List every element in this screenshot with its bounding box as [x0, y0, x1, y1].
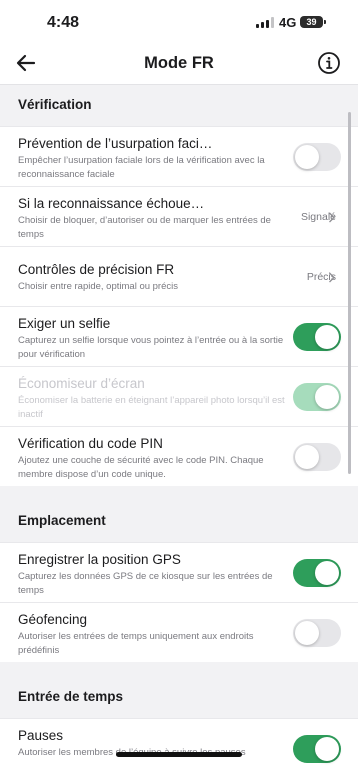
toggle-knob: [295, 621, 319, 645]
setting-description: Capturez un selfie lorsque vous pointez …: [18, 335, 284, 360]
toggle-knob: [315, 561, 339, 585]
breaks-toggle[interactable]: [293, 735, 341, 763]
settings-list: Vérification Prévention de l’usurpation …: [0, 85, 358, 768]
require-selfie-toggle[interactable]: [293, 323, 341, 351]
setting-row-anti-spoofing[interactable]: Prévention de l’usurpation faci… Empêche…: [0, 126, 358, 186]
gps-toggle[interactable]: [293, 559, 341, 587]
toggle-knob: [315, 385, 339, 409]
setting-title: Contrôles de précision FR: [18, 262, 175, 277]
signal-icon: [256, 17, 274, 28]
status-time: 4:48: [47, 14, 80, 31]
setting-row-breaks[interactable]: Pauses Autoriser les membres de l’équipe…: [0, 718, 358, 768]
setting-title: Enregistrer la position GPS: [18, 552, 181, 567]
setting-row-gps[interactable]: Enregistrer la position GPS Capturez les…: [0, 542, 358, 602]
setting-description: Capturez les données GPS de ce kiosque s…: [18, 571, 273, 596]
toggle-knob: [315, 737, 339, 761]
setting-title: Prévention de l’usurpation faci…: [18, 136, 213, 151]
setting-row-require-selfie[interactable]: Exiger un selfie Capturez un selfie lors…: [0, 306, 358, 366]
screen-saver-toggle: [293, 383, 341, 411]
toggle-knob: [315, 325, 339, 349]
status-bar: 4:48 4G 39: [0, 0, 358, 44]
setting-row-pin-verification[interactable]: Vérification du code PIN Ajoutez une cou…: [0, 426, 358, 486]
battery-icon: 39: [300, 16, 326, 28]
setting-description: Économiser la batterie en éteignant l’ap…: [18, 395, 285, 420]
setting-title: Pauses: [18, 728, 64, 743]
section-header-location: Emplacement: [0, 486, 358, 542]
setting-title: Économiseur d’écran: [18, 376, 145, 391]
network-type: 4G: [279, 15, 297, 30]
setting-title: Vérification du code PIN: [18, 436, 163, 451]
setting-description: Ajoutez une couche de sécurité avec le c…: [18, 455, 264, 480]
geofencing-toggle[interactable]: [293, 619, 341, 647]
nav-bar: Mode FR: [0, 44, 358, 85]
toggle-knob: [295, 145, 319, 169]
setting-title: Si la reconnaissance échoue…: [18, 196, 205, 211]
setting-title: Géofencing: [18, 612, 88, 627]
toggle-knob: [295, 445, 319, 469]
section-header-verification: Vérification: [0, 85, 358, 126]
setting-description: Empêcher l’usurpation faciale lors de la…: [18, 155, 265, 180]
setting-row-screen-saver: Économiseur d’écran Économiser la batter…: [0, 366, 358, 426]
page-title: Mode FR: [144, 54, 214, 72]
setting-row-geofencing[interactable]: Géofencing Autoriser les entrées de temp…: [0, 602, 358, 662]
setting-row-on-failure[interactable]: Si la reconnaissance échoue… Choisir de …: [0, 186, 358, 246]
chevron-right-icon: [329, 212, 335, 223]
anti-spoofing-toggle[interactable]: [293, 143, 341, 171]
home-indicator[interactable]: [116, 752, 242, 757]
setting-description: Autoriser les entrées de temps uniquemen…: [18, 631, 254, 656]
setting-description: Choisir entre rapide, optimal ou précis: [18, 281, 178, 292]
setting-description: Choisir de bloquer, d’autoriser ou de ma…: [18, 215, 271, 240]
pin-verification-toggle[interactable]: [293, 443, 341, 471]
section-header-time-entry: Entrée de temps: [0, 662, 358, 718]
info-circle-icon[interactable]: [317, 51, 341, 75]
setting-title: Exiger un selfie: [18, 316, 111, 331]
screen: 4:48 4G 39 Mode FR Vérification Préventi…: [0, 0, 358, 768]
setting-row-precision[interactable]: Contrôles de précision FR Choisir entre …: [0, 246, 358, 306]
scrollbar[interactable]: [348, 112, 351, 474]
chevron-right-icon: [329, 272, 335, 283]
